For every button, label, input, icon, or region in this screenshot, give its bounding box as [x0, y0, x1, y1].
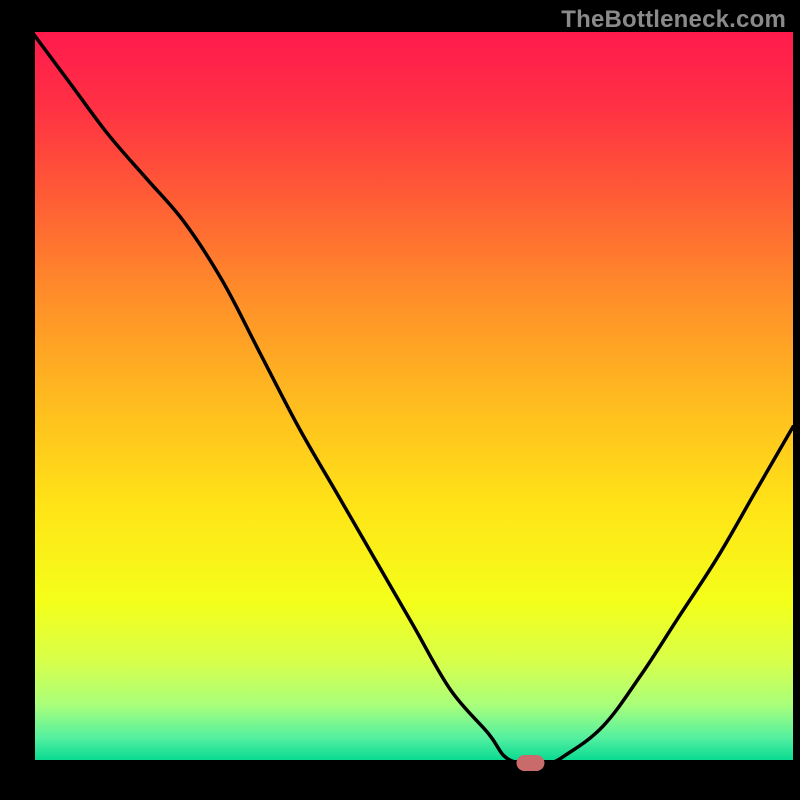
optimal-point-marker — [516, 755, 544, 771]
watermark-text: TheBottleneck.com — [561, 6, 786, 34]
chart-container: TheBottleneck.com — [0, 0, 800, 800]
bottleneck-chart — [0, 0, 800, 800]
plot-background — [32, 32, 793, 763]
